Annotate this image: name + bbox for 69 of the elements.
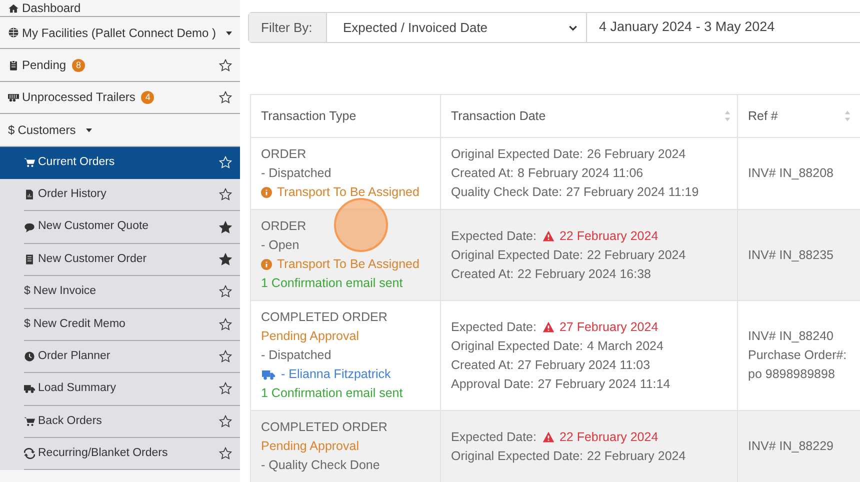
sidebar-subitem[interactable]: Recurring/Blanket Orders	[24, 438, 240, 470]
transaction-type-text[interactable]: - Elianna Fitzpatrick	[261, 365, 430, 384]
dollar-icon: $	[8, 120, 15, 139]
info-icon	[261, 187, 272, 198]
count-badge: 8	[72, 58, 86, 72]
sidebar-item[interactable]: Dashboard	[0, 0, 240, 17]
transaction-date-text: Created At: 22 February 2024 16:38	[451, 266, 652, 283]
transaction-date-text: Original Expected Date: 4 March 2024	[451, 338, 664, 355]
transaction-type-text: ORDER	[261, 146, 308, 163]
transaction-type-text: - Quality Check Done	[261, 457, 381, 474]
transaction-type-text: - Dispatched	[261, 347, 332, 364]
globe-icon	[8, 27, 19, 38]
transaction-type-text: - Dispatched	[261, 165, 332, 182]
transaction-date-text: Original Expected Date: 22 February 2024	[451, 246, 687, 264]
sidebar-subitem[interactable]: New Customer Order	[24, 244, 240, 276]
reference-text: INV# IN_88208	[748, 165, 834, 182]
transaction-date-text: Expected Date: 27 February 2024	[451, 318, 660, 336]
sidebar-subitem[interactable]: Load Summary	[24, 373, 240, 406]
warning-icon	[542, 321, 556, 333]
transaction-type-text: 1 Confirmation email sent	[261, 275, 404, 292]
sidebar-item[interactable]: Pending 8	[0, 49, 240, 82]
dollar-icon: $	[24, 283, 30, 300]
info-icon	[261, 259, 272, 270]
home-icon	[8, 2, 19, 14]
transaction-date-text: Quality Check Date: 27 February 2024 11:19	[451, 184, 700, 201]
truck-icon	[24, 383, 35, 394]
reference-text: INV# IN_88235	[748, 246, 834, 264]
transaction-type-text: Transport To Be Assigned	[261, 255, 430, 274]
transaction-type-text: 1 Confirmation email sent	[261, 385, 404, 402]
sidebar-subitem[interactable]: Back Orders	[24, 406, 240, 438]
transaction-date-text: Approval Date: 27 February 2024 11:14	[451, 376, 672, 393]
reference-text: po 9898989898	[748, 366, 836, 383]
truck-icon	[261, 368, 276, 381]
sidebar-item[interactable]: Unprocessed Trailers 4	[0, 82, 240, 114]
clock-icon	[24, 351, 35, 362]
transaction-type-text: ORDER	[261, 218, 308, 235]
sidebar-subitem[interactable]: Order History	[24, 178, 240, 212]
transaction-type-text: Transport To Be Assigned	[261, 183, 430, 202]
transaction-date-text: Original Expected Date: 22 February 2024	[451, 448, 687, 465]
sidebar-subitem[interactable]: Order Planner	[24, 340, 240, 374]
transaction-date-text: Created At: 8 February 2024 11:06	[451, 165, 644, 182]
transaction-date-text: Expected Date: 22 February 2024	[451, 428, 660, 446]
trailer-icon	[8, 92, 19, 103]
transaction-date-text: Created At: 27 February 2024 11:03	[451, 356, 652, 374]
reference-text: Purchase Order#:	[748, 347, 847, 364]
reference-text: INV# IN_88229	[748, 438, 834, 455]
sidebar-item[interactable]: My Facilities (Pallet Connect Demo )	[0, 17, 240, 50]
clipboard-icon	[8, 60, 19, 71]
dollar-icon: $	[24, 316, 30, 333]
count-badge: 4	[141, 90, 154, 104]
document-icon	[24, 254, 35, 265]
sidebar-subitem[interactable]: $ New Credit Memo	[24, 308, 240, 341]
transaction-date-text: Expected Date: 22 February 2024	[451, 228, 660, 245]
warning-icon	[542, 431, 556, 443]
sidebar-subitem[interactable]: New Customer Quote	[24, 211, 240, 244]
transaction-type-text: - Open	[261, 237, 300, 254]
speech-bubble-icon	[24, 222, 35, 233]
cart-icon	[24, 156, 35, 168]
warning-icon	[542, 230, 556, 242]
transaction-type-text: Pending Approval	[261, 438, 360, 455]
transaction-type-text: COMPLETED ORDER	[261, 309, 388, 326]
reference-text: INV# IN_88240	[748, 328, 834, 345]
document-chart-icon	[24, 189, 35, 200]
transaction-type-text: COMPLETED ORDER	[261, 419, 388, 436]
cart-icon	[24, 416, 35, 427]
repeat-icon	[24, 448, 35, 460]
sidebar-subitem[interactable]: $ New Invoice	[24, 276, 240, 309]
transaction-date-text: Original Expected Date: 26 February 2024	[451, 146, 687, 163]
transaction-type-text: Pending Approval	[261, 328, 360, 345]
